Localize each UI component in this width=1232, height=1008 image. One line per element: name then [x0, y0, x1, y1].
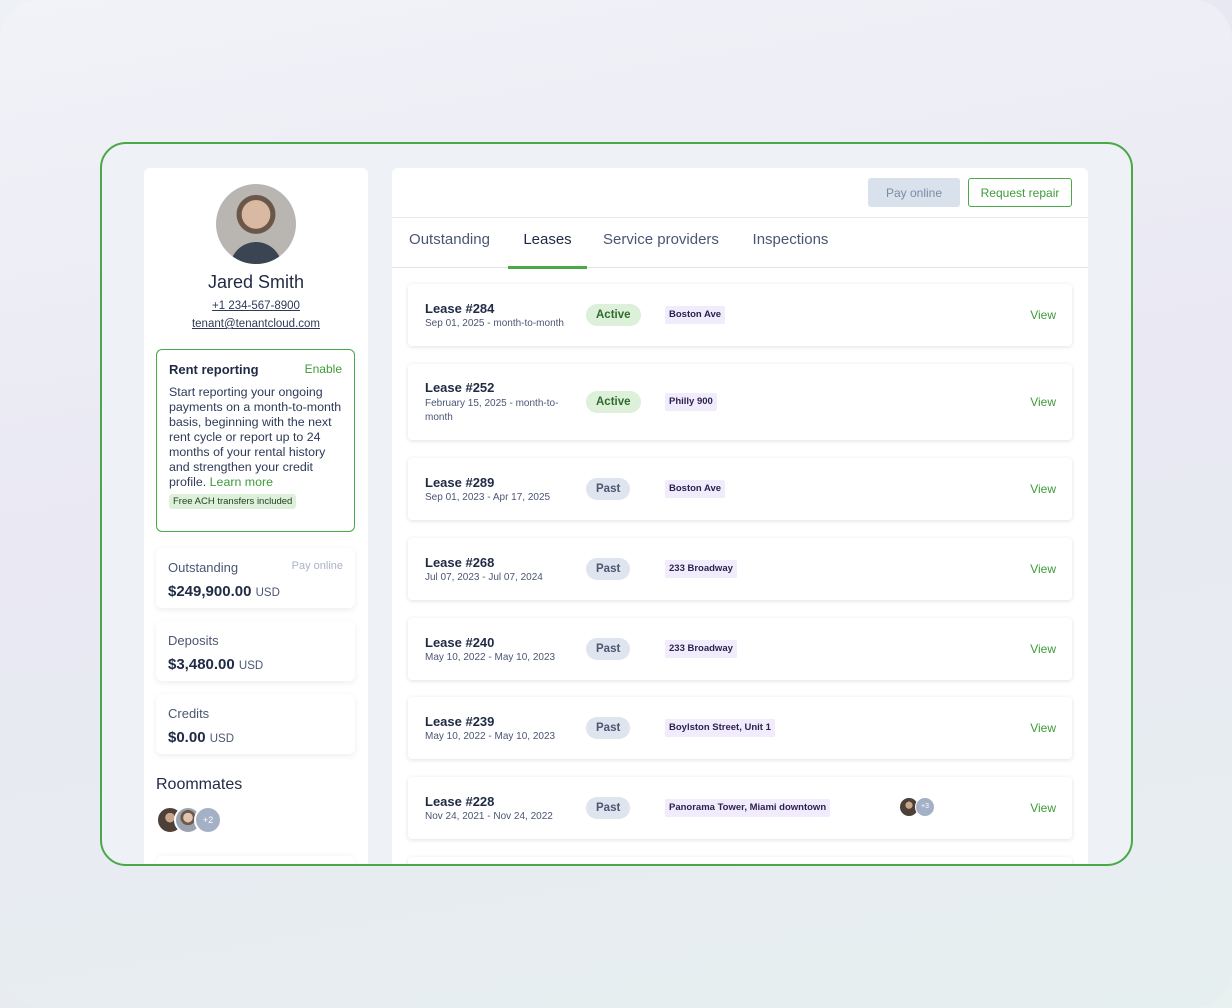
background-card: Jared Smith +1 234-567-8900 tenant@tenan… — [0, 0, 1232, 1008]
sidebar-next-card — [156, 856, 355, 864]
property-tag: Philly 900 — [665, 393, 717, 411]
status-badge: Past — [586, 797, 631, 819]
lease-row[interactable]: Lease #240 May 10, 2022 - May 10, 2023 P… — [408, 618, 1072, 680]
lease-dates: Jul 07, 2023 - Jul 07, 2024 — [425, 572, 543, 583]
rent-reporting-card: Rent reporting Enable Start reporting yo… — [156, 349, 355, 532]
tab-bar: Outstanding Leases Service providers Ins… — [392, 218, 1088, 269]
credits-amount: $0.00 — [168, 729, 206, 746]
tab-service-providers[interactable]: Service providers — [603, 218, 719, 268]
property-tag: Boston Ave — [665, 306, 726, 324]
deposits-card: Deposits $3,480.00 USD — [156, 621, 355, 681]
deposits-label: Deposits — [168, 633, 219, 648]
lease-dates: Nov 24, 2021 - Nov 24, 2022 — [425, 811, 553, 822]
lease-row[interactable] — [408, 857, 1072, 864]
lease-dates: May 10, 2022 - May 10, 2023 — [425, 731, 556, 742]
pay-online-button[interactable]: Pay online — [868, 178, 960, 207]
lease-title: Lease #289 — [425, 475, 495, 490]
roommates-more-badge[interactable]: +2 — [194, 806, 222, 834]
status-badge: Past — [586, 558, 631, 580]
view-link[interactable]: View — [1030, 721, 1056, 735]
toolbar: Pay online Request repair — [392, 168, 1088, 218]
profile-sidebar: Jared Smith +1 234-567-8900 tenant@tenan… — [144, 168, 368, 864]
avatar — [216, 184, 296, 264]
lease-row[interactable]: Lease #268 Jul 07, 2023 - Jul 07, 2024 P… — [408, 538, 1072, 600]
property-tag: Boylston Street, Unit 1 — [665, 719, 775, 737]
lease-row[interactable]: Lease #239 May 10, 2022 - May 10, 2023 P… — [408, 697, 1072, 759]
lease-title: Lease #240 — [425, 635, 495, 650]
rent-reporting-text: Start reporting your ongoing payments on… — [169, 385, 342, 490]
lease-row[interactable]: Lease #228 Nov 24, 2021 - Nov 24, 2022 P… — [408, 777, 1072, 839]
outstanding-amount: $249,900.00 — [168, 583, 252, 600]
lease-row[interactable]: Lease #252 February 15, 2025 - month-to-… — [408, 364, 1072, 440]
roommates-heading: Roommates — [156, 776, 243, 793]
lease-dates: Sep 01, 2023 - Apr 17, 2025 — [425, 492, 551, 503]
lease-title: Lease #228 — [425, 794, 495, 809]
tab-leases[interactable]: Leases — [508, 218, 587, 269]
view-link[interactable]: View — [1030, 395, 1056, 409]
outstanding-unit: USD — [255, 587, 280, 599]
request-repair-button[interactable]: Request repair — [968, 178, 1072, 207]
credits-unit: USD — [209, 733, 234, 745]
tab-outstanding[interactable]: Outstanding — [408, 218, 491, 268]
outstanding-card: Outstanding Pay online $249,900.00 USD — [156, 548, 355, 608]
email-link[interactable]: tenant@tenantcloud.com — [144, 318, 368, 330]
property-tag: Boston Ave — [665, 480, 726, 498]
lease-dates: February 15, 2025 - month-to-month — [425, 398, 559, 423]
status-badge: Active — [586, 304, 641, 326]
rent-reporting-description: Start reporting your ongoing payments on… — [169, 385, 342, 489]
status-badge: Past — [586, 478, 631, 500]
main-panel: Pay online Request repair Outstanding Le… — [392, 168, 1088, 864]
deposits-amount: $3,480.00 — [168, 656, 235, 673]
deposits-value: $3,480.00 USD — [168, 656, 343, 673]
status-badge: Active — [586, 391, 641, 413]
property-tag: 233 Broadway — [665, 560, 737, 578]
view-link[interactable]: View — [1030, 642, 1056, 656]
credits-card: Credits $0.00 USD — [156, 694, 355, 754]
view-link[interactable]: View — [1030, 308, 1056, 322]
credits-label: Credits — [168, 706, 210, 721]
tenants-more-badge[interactable]: +3 — [915, 797, 935, 817]
outstanding-value: $249,900.00 USD — [168, 583, 343, 600]
status-badge: Past — [586, 717, 631, 739]
lease-title: Lease #284 — [425, 301, 495, 316]
enable-link[interactable]: Enable — [305, 362, 342, 376]
status-badge: Past — [586, 638, 631, 660]
phone-link[interactable]: +1 234-567-8900 — [144, 300, 368, 312]
lease-row[interactable]: Lease #284 Sep 01, 2025 - month-to-month… — [408, 284, 1072, 346]
view-link[interactable]: View — [1030, 482, 1056, 496]
sidebar-pay-online-link[interactable]: Pay online — [292, 560, 343, 572]
lease-title: Lease #268 — [425, 555, 495, 570]
property-tag: Panorama Tower, Miami downtown — [665, 799, 831, 817]
lease-title: Lease #239 — [425, 714, 495, 729]
tenant-name: Jared Smith — [207, 272, 305, 292]
view-link[interactable]: View — [1030, 562, 1056, 576]
lease-dates: May 10, 2022 - May 10, 2023 — [425, 652, 556, 663]
property-tag: 233 Broadway — [665, 640, 737, 658]
lease-title: Lease #252 — [425, 380, 495, 395]
credits-value: $0.00 USD — [168, 729, 343, 746]
view-link[interactable]: View — [1030, 801, 1056, 815]
deposits-unit: USD — [238, 660, 264, 672]
tab-inspections[interactable]: Inspections — [752, 218, 829, 268]
lease-row[interactable]: Lease #289 Sep 01, 2023 - Apr 17, 2025 P… — [408, 458, 1072, 520]
ach-badge: Free ACH transfers included — [169, 494, 297, 509]
learn-more-link[interactable]: Learn more — [210, 475, 273, 489]
app-frame: Jared Smith +1 234-567-8900 tenant@tenan… — [100, 142, 1133, 866]
lease-dates: Sep 01, 2025 - month-to-month — [425, 318, 564, 329]
